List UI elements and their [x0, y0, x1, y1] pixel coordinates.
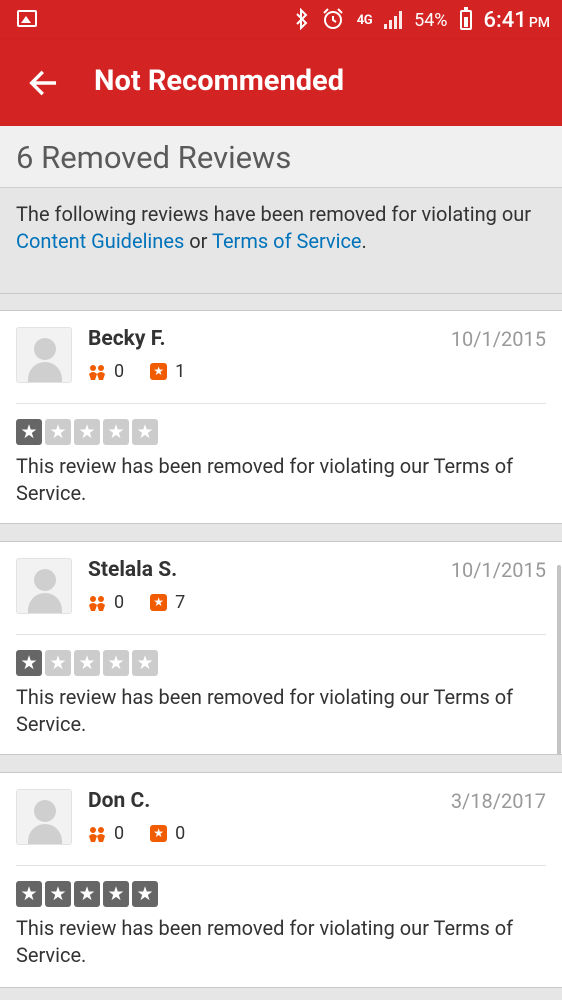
user-name[interactable]: Stelala S.: [88, 558, 177, 582]
user-stats: 0 ★ 1: [88, 361, 185, 382]
content-guidelines-link[interactable]: Content Guidelines: [16, 229, 184, 253]
review-date: 10/1/2015: [450, 558, 546, 582]
star-icon: ★: [103, 650, 129, 676]
alarm-icon: [321, 7, 345, 34]
review-count: 1: [175, 361, 186, 382]
clock-time: 6:41: [483, 7, 527, 33]
battery-icon: [459, 7, 472, 30]
user-name[interactable]: Becky F.: [88, 327, 166, 351]
star-icon: ★: [103, 881, 129, 907]
star-icon: ★: [45, 419, 71, 445]
avatar[interactable]: [16, 558, 72, 614]
star-icon: ★: [74, 650, 100, 676]
user-stats: 0 ★ 7: [88, 592, 185, 613]
friend-count: 0: [114, 361, 125, 382]
image-icon: [17, 10, 37, 27]
clock-ampm: PM: [528, 14, 550, 31]
arrow-left-icon: [29, 70, 57, 96]
star-icon: ★: [103, 419, 129, 445]
friends-icon: [89, 364, 105, 380]
review-text: This review has been removed for violati…: [16, 454, 514, 505]
review-card: Stelala S. 10/1/2015 0 ★ 7 ★ ★ ★ ★ ★ This re…: [0, 541, 562, 755]
status-bar: 4G 54% 6:41 PM: [0, 0, 562, 40]
avatar[interactable]: [16, 327, 72, 383]
star-icon: ★: [74, 881, 100, 907]
star-rating: ★ ★ ★ ★ ★: [16, 650, 158, 676]
notice-suffix: .: [361, 229, 367, 253]
review-card: Don C. 3/18/2017 0 ★ 0 ★ ★ ★ ★ ★ This review…: [0, 772, 562, 988]
section-header: 6 Removed Reviews: [0, 126, 562, 188]
clock: 6:41 PM: [484, 8, 551, 33]
notice-prefix: The following reviews have been removed …: [16, 202, 532, 226]
star-icon: ★: [16, 419, 42, 445]
terms-of-service-link[interactable]: Terms of Service: [212, 229, 362, 253]
star-icon: ★: [16, 650, 42, 676]
star-rating: ★ ★ ★ ★ ★: [16, 881, 158, 907]
back-button[interactable]: [26, 66, 60, 100]
star-icon: ★: [132, 650, 158, 676]
avatar[interactable]: [16, 789, 72, 845]
removed-reviews-title: 6 Removed Reviews: [16, 139, 292, 176]
friends-icon: [89, 595, 105, 611]
review-count-icon: ★: [150, 363, 168, 380]
scrollbar[interactable]: [557, 565, 561, 755]
friends-icon: [89, 826, 105, 842]
divider: [16, 865, 546, 866]
battery-percent: 54%: [414, 9, 448, 31]
review-date: 3/18/2017: [450, 789, 546, 813]
notice-middle: or: [184, 229, 212, 253]
review-card: Becky F. 10/1/2015 0 ★ 1 ★ ★ ★ ★ ★ This revi…: [0, 310, 562, 524]
review-text: This review has been removed for violati…: [16, 916, 514, 967]
user-stats: 0 ★ 0: [88, 823, 185, 844]
removal-notice: The following reviews have been removed …: [0, 188, 562, 294]
user-name[interactable]: Don C.: [88, 789, 150, 813]
star-rating: ★ ★ ★ ★ ★: [16, 419, 158, 445]
signal-icon: [384, 11, 403, 29]
lte-icon: 4G: [356, 12, 373, 28]
star-icon: ★: [132, 881, 158, 907]
bluetooth-icon: [295, 7, 309, 33]
review-text: This review has been removed for violati…: [16, 685, 514, 736]
star-icon: ★: [45, 650, 71, 676]
review-count: 7: [175, 592, 186, 613]
divider: [16, 634, 546, 635]
review-count: 0: [175, 823, 186, 844]
star-icon: ★: [74, 419, 100, 445]
app-bar: Not Recommended: [0, 40, 562, 126]
review-count-icon: ★: [150, 825, 168, 842]
friend-count: 0: [114, 592, 125, 613]
review-date: 10/1/2015: [450, 327, 546, 351]
page-title: Not Recommended: [94, 64, 345, 98]
divider: [16, 403, 546, 404]
star-icon: ★: [45, 881, 71, 907]
friend-count: 0: [114, 823, 125, 844]
review-count-icon: ★: [150, 594, 168, 611]
star-icon: ★: [132, 419, 158, 445]
star-icon: ★: [16, 881, 42, 907]
